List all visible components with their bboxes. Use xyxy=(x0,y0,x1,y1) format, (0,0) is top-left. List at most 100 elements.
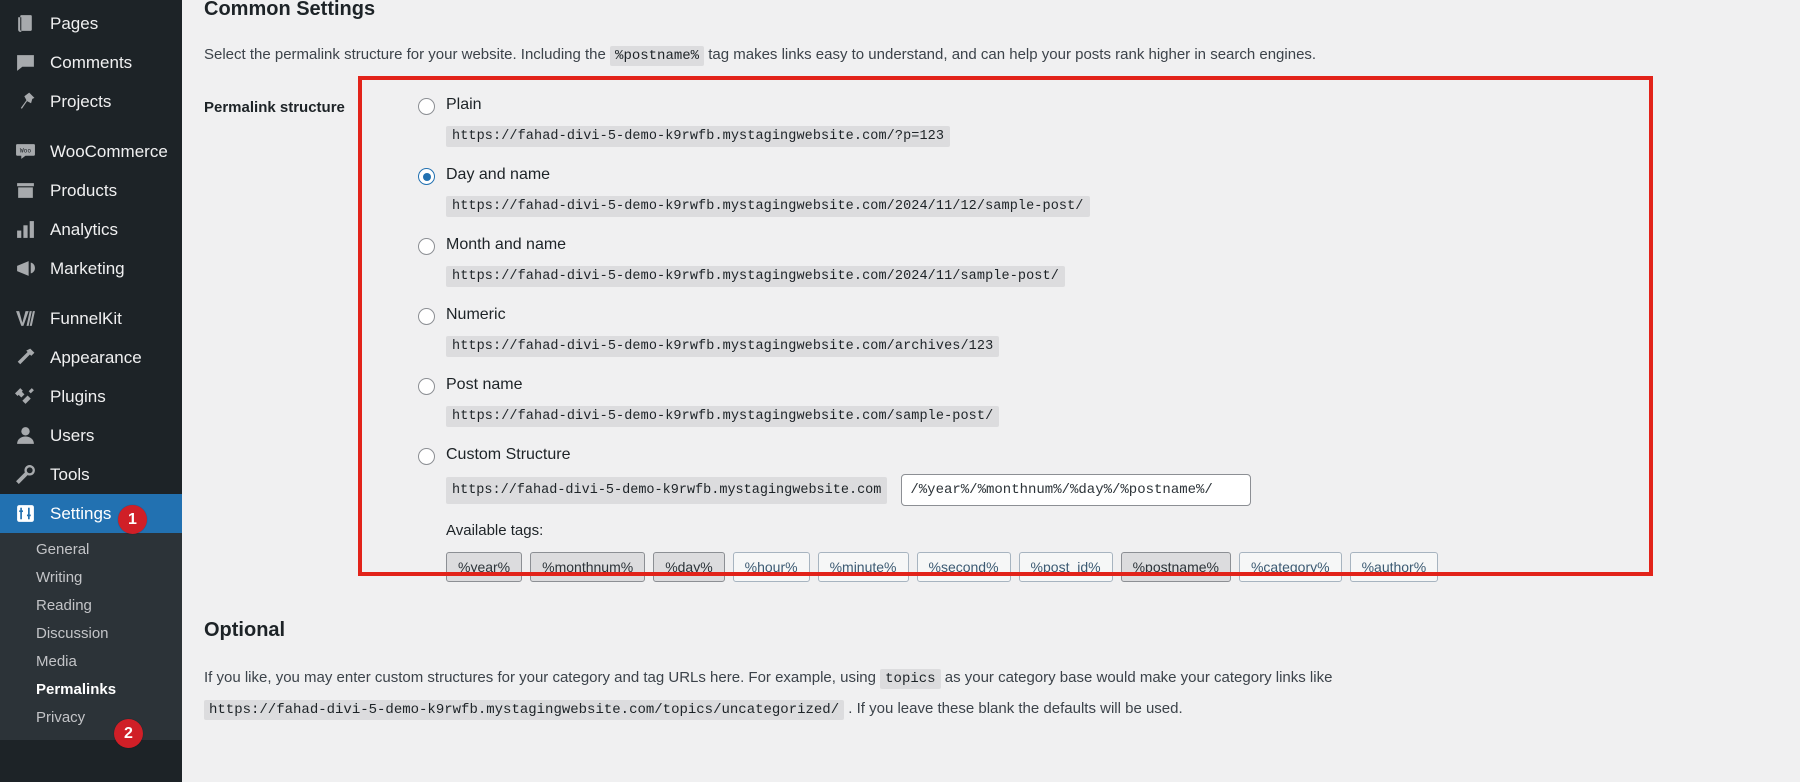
radio-month-and-name[interactable] xyxy=(418,238,435,255)
option-month-and-name[interactable]: Month and name xyxy=(418,235,1800,255)
sidebar-item-privacy[interactable]: Privacy xyxy=(0,704,182,732)
sidebar-item-label: FunnelKit xyxy=(50,308,122,328)
option-month-and-name-label[interactable]: Month and name xyxy=(446,235,566,255)
users-icon xyxy=(12,423,38,449)
admin-sidebar: Pages Comments Projects Woo WooCommerce … xyxy=(0,0,182,782)
sidebar-item-marketing[interactable]: Marketing xyxy=(0,249,182,288)
woocommerce-icon: Woo xyxy=(12,139,38,165)
step-badge-1: 1 xyxy=(118,505,147,534)
tag-button-second[interactable]: %second% xyxy=(916,552,1011,582)
option-post-name[interactable]: Post name xyxy=(418,375,1800,395)
tools-icon xyxy=(12,462,38,488)
optional-text-1: If you like, you may enter custom struct… xyxy=(204,669,881,686)
option-custom-structure-label[interactable]: Custom Structure xyxy=(446,445,570,465)
sidebar-item-woocommerce[interactable]: Woo WooCommerce xyxy=(0,132,182,171)
sidebar-item-label: Analytics xyxy=(50,219,119,239)
radio-plain[interactable] xyxy=(418,98,435,115)
sidebar-item-label: Products xyxy=(50,180,118,200)
option-day-and-name-url: https://fahad-divi-5-demo-k9rwfb.mystagi… xyxy=(446,196,1090,217)
wordpress-permalink-settings-screen: Pages Comments Projects Woo WooCommerce … xyxy=(0,0,1800,782)
radio-custom-structure[interactable] xyxy=(418,448,435,465)
step-badge-2: 2 xyxy=(114,719,143,748)
tag-button-category[interactable]: %category% xyxy=(1238,552,1342,582)
custom-structure-input[interactable] xyxy=(901,474,1252,506)
sidebar-item-projects[interactable]: Projects xyxy=(0,82,182,121)
sidebar-item-settings[interactable]: Settings xyxy=(0,494,182,533)
settings-icon xyxy=(12,501,38,527)
sidebar-item-media[interactable]: Media xyxy=(0,648,182,676)
optional-section: Optional If you like, you may enter cust… xyxy=(204,617,1800,725)
sidebar-item-pages[interactable]: Pages xyxy=(0,4,182,43)
option-day-and-name-label[interactable]: Day and name xyxy=(446,165,550,185)
radio-day-and-name[interactable] xyxy=(418,168,435,185)
sidebar-item-label: Projects xyxy=(50,91,112,111)
page-title: Common Settings xyxy=(204,0,376,20)
sidebar-item-products[interactable]: Products xyxy=(0,171,182,210)
sidebar-item-writing[interactable]: Writing xyxy=(0,564,182,592)
radio-post-name[interactable] xyxy=(418,378,435,395)
custom-structure-prefix: https://fahad-divi-5-demo-k9rwfb.mystagi… xyxy=(446,476,888,504)
main-content: Common Settings Select the permalink str… xyxy=(182,0,1800,782)
optional-text-3: . If you leave these blank the defaults … xyxy=(844,700,1183,717)
option-custom-structure[interactable]: Custom Structure xyxy=(418,445,1800,465)
permalink-structure-form: Permalink structure Plain https://fahad-… xyxy=(204,95,1800,582)
desc-text-1: Select the permalink structure for your … xyxy=(204,46,611,63)
pin-icon xyxy=(12,89,38,115)
sidebar-item-tools[interactable]: Tools xyxy=(0,455,182,494)
sidebar-item-plugins[interactable]: Plugins xyxy=(0,377,182,416)
sidebar-item-funnelkit[interactable]: FunnelKit xyxy=(0,299,182,338)
option-numeric[interactable]: Numeric xyxy=(418,305,1800,325)
sidebar-item-label: Pages xyxy=(50,13,99,33)
svg-text:Woo: Woo xyxy=(19,148,31,155)
tag-button-minute[interactable]: %minute% xyxy=(817,552,909,582)
sidebar-item-label: WooCommerce xyxy=(50,141,168,161)
permalink-structure-label: Permalink structure xyxy=(204,99,345,116)
option-plain-label[interactable]: Plain xyxy=(446,95,482,115)
tag-button-monthnum[interactable]: %monthnum% xyxy=(530,552,646,582)
tag-button-postname[interactable]: %postname% xyxy=(1120,552,1231,582)
option-post-name-label[interactable]: Post name xyxy=(446,375,522,395)
sidebar-item-label: Appearance xyxy=(50,347,142,367)
radio-numeric[interactable] xyxy=(418,308,435,325)
appearance-icon xyxy=(12,345,38,371)
sidebar-item-label: Plugins xyxy=(50,386,106,406)
available-tags-label: Available tags: xyxy=(446,522,544,539)
sidebar-item-users[interactable]: Users xyxy=(0,416,182,455)
option-numeric-label[interactable]: Numeric xyxy=(446,305,506,325)
analytics-icon xyxy=(12,217,38,243)
custom-structure-row: https://fahad-divi-5-demo-k9rwfb.mystagi… xyxy=(446,474,1800,506)
permalink-options-list: Plain https://fahad-divi-5-demo-k9rwfb.m… xyxy=(418,95,1800,582)
sidebar-item-label: Users xyxy=(50,425,95,445)
sidebar-item-comments[interactable]: Comments xyxy=(0,43,182,82)
sidebar-item-discussion[interactable]: Discussion xyxy=(0,620,182,648)
option-day-and-name[interactable]: Day and name xyxy=(418,165,1800,185)
tag-button-year[interactable]: %year% xyxy=(446,552,523,582)
sidebar-item-reading[interactable]: Reading xyxy=(0,592,182,620)
optional-text-2: as your category base would make your ca… xyxy=(940,669,1333,686)
sidebar-item-appearance[interactable]: Appearance xyxy=(0,338,182,377)
settings-submenu: General Writing Reading Discussion Media… xyxy=(0,533,182,740)
comments-icon xyxy=(12,50,38,76)
topics-code: topics xyxy=(880,669,941,689)
postname-tag-code: %postname% xyxy=(610,46,705,66)
sidebar-item-general[interactable]: General xyxy=(0,536,182,564)
sidebar-item-label: Marketing xyxy=(50,258,125,278)
option-plain-url: https://fahad-divi-5-demo-k9rwfb.mystagi… xyxy=(446,126,951,147)
option-numeric-url: https://fahad-divi-5-demo-k9rwfb.mystagi… xyxy=(446,336,1000,357)
sidebar-item-permalinks[interactable]: Permalinks xyxy=(0,676,182,704)
option-month-and-name-url: https://fahad-divi-5-demo-k9rwfb.mystagi… xyxy=(446,266,1065,287)
optional-title: Optional xyxy=(204,619,286,641)
tag-button-hour[interactable]: %hour% xyxy=(732,552,810,582)
option-post-name-url: https://fahad-divi-5-demo-k9rwfb.mystagi… xyxy=(446,406,1000,427)
tag-button-author[interactable]: %author% xyxy=(1349,552,1439,582)
sidebar-item-analytics[interactable]: Analytics xyxy=(0,210,182,249)
sidebar-item-label: Tools xyxy=(50,464,90,484)
tag-button-day[interactable]: %day% xyxy=(653,552,725,582)
funnelkit-icon xyxy=(12,306,38,332)
tag-button-post-id[interactable]: %post_id% xyxy=(1018,552,1113,582)
category-url-example-code: https://fahad-divi-5-demo-k9rwfb.mystagi… xyxy=(204,700,845,720)
available-tags-list: %year% %monthnum% %day% %hour% %minute% … xyxy=(446,552,1800,582)
option-plain[interactable]: Plain xyxy=(418,95,1800,115)
plugins-icon xyxy=(12,384,38,410)
optional-description: If you like, you may enter custom struct… xyxy=(204,663,1384,725)
